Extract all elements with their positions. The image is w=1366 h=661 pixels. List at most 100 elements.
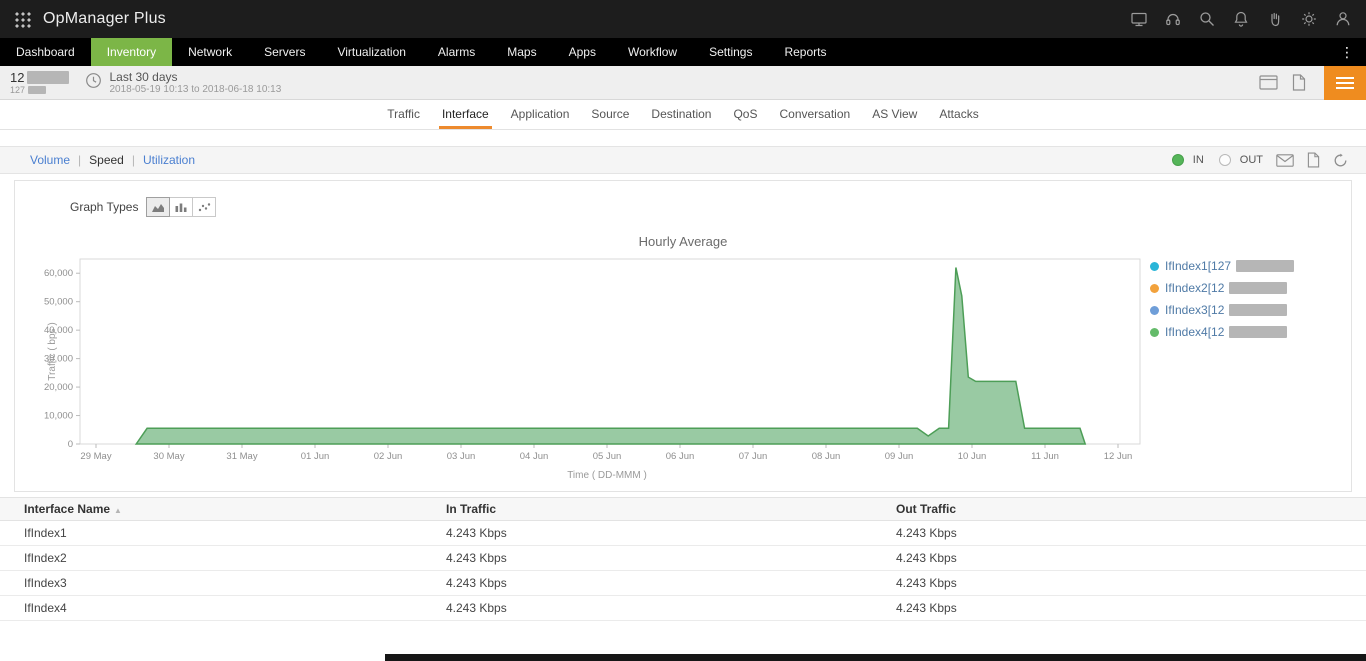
legend-item[interactable]: IfIndex4[12 [1150,325,1294,339]
legend-dot-icon [1150,262,1159,271]
nav-item-maps[interactable]: Maps [491,38,552,66]
tab-source[interactable]: Source [580,100,640,129]
hand-icon[interactable] [1266,10,1284,28]
tab-application[interactable]: Application [500,100,581,129]
pdf-icon[interactable] [1307,152,1320,168]
svg-text:Traffic ( bps ): Traffic ( bps ) [47,322,58,380]
headset-icon[interactable] [1164,10,1182,28]
nav-item-dashboard[interactable]: Dashboard [0,38,91,66]
refresh-icon[interactable] [1333,153,1348,168]
legend-redaction [1229,326,1287,338]
in-radio[interactable] [1172,154,1184,166]
column-out-traffic[interactable]: Out Traffic [896,502,1366,516]
legend-label: IfIndex3[12 [1165,303,1224,317]
card-view-icon[interactable] [1259,75,1278,90]
traffic-area-chart[interactable]: 010,00020,00030,00040,00050,00060,00029 … [15,251,1150,487]
svg-text:09 Jun: 09 Jun [885,451,914,462]
metric-toolbar: Volume | Speed | Utilization IN OUT [0,146,1366,174]
nav-item-settings[interactable]: Settings [693,38,768,66]
legend-item[interactable]: IfIndex1[127 [1150,259,1294,273]
table-row[interactable]: IfIndex44.243 Kbps4.243 Kbps [0,596,1366,621]
tab-as-view[interactable]: AS View [861,100,928,129]
graph-types-label: Graph Types [70,200,138,214]
tab-traffic[interactable]: Traffic [376,100,431,129]
period-selector[interactable]: Last 30 days 2018-05-19 10:13 to 2018-06… [85,70,281,96]
email-icon[interactable] [1276,154,1294,167]
link-separator: | [78,153,81,167]
bar-chart-icon[interactable] [169,197,193,217]
tab-attacks[interactable]: Attacks [928,100,989,129]
area-chart-icon[interactable] [146,197,170,217]
clock-icon [85,72,102,94]
chart-title: Hourly Average [15,234,1351,249]
legend-item[interactable]: IfIndex2[12 [1150,281,1294,295]
tab-interface[interactable]: Interface [431,100,500,129]
cell-interface-name: IfIndex2 [0,551,446,565]
nav-item-alarms[interactable]: Alarms [422,38,491,66]
table-header: Interface Name▲ In Traffic Out Traffic [0,497,1366,521]
cell-out-traffic: 4.243 Kbps [896,576,1366,590]
nav-item-servers[interactable]: Servers [248,38,321,66]
period-label: Last 30 days [109,70,281,84]
apps-grid-icon[interactable] [14,11,31,28]
legend-item[interactable]: IfIndex3[12 [1150,303,1294,317]
cell-out-traffic: 4.243 Kbps [896,551,1366,565]
svg-text:0: 0 [68,439,73,450]
cell-interface-name: IfIndex3 [0,576,446,590]
device-info[interactable]: 12 127 [10,70,69,96]
bell-icon[interactable] [1232,10,1250,28]
in-label: IN [1193,154,1204,166]
device-ip: 127 [10,85,25,96]
subheader: 12 127 Last 30 days 2018-05-19 10:13 to … [0,66,1366,100]
nav-item-inventory[interactable]: Inventory [91,38,172,66]
table-row[interactable]: IfIndex24.243 Kbps4.243 Kbps [0,546,1366,571]
nav-item-apps[interactable]: Apps [553,38,612,66]
table-row[interactable]: IfIndex34.243 Kbps4.243 Kbps [0,571,1366,596]
bottom-edge-bar [385,654,1366,661]
device-name-redaction [27,71,69,84]
nav-item-workflow[interactable]: Workflow [612,38,693,66]
cell-out-traffic: 4.243 Kbps [896,526,1366,540]
topbar: OpManager Plus [0,0,1366,38]
app-title: OpManager Plus [43,10,166,28]
metric-link-speed[interactable]: Speed [89,153,124,167]
search-icon[interactable] [1198,10,1216,28]
svg-text:04 Jun: 04 Jun [520,451,549,462]
nav-item-virtualization[interactable]: Virtualization [321,38,421,66]
remote-desktop-icon[interactable] [1130,10,1148,28]
column-in-traffic[interactable]: In Traffic [446,502,896,516]
scatter-chart-icon[interactable] [192,197,216,217]
svg-text:12 Jun: 12 Jun [1104,451,1133,462]
nav-item-reports[interactable]: Reports [768,38,842,66]
svg-text:05 Jun: 05 Jun [593,451,622,462]
nav-item-network[interactable]: Network [172,38,248,66]
legend-redaction [1229,282,1287,294]
sort-asc-icon[interactable]: ▲ [114,506,122,515]
column-interface-name[interactable]: Interface Name▲ [0,502,446,516]
legend-dot-icon [1150,306,1159,315]
svg-text:50,000: 50,000 [44,297,73,308]
metric-link-volume[interactable]: Volume [30,153,70,167]
out-radio[interactable] [1219,154,1231,166]
table-row[interactable]: IfIndex14.243 Kbps4.243 Kbps [0,521,1366,546]
legend-redaction [1229,304,1287,316]
out-label: OUT [1240,154,1263,166]
tab-conversation[interactable]: Conversation [768,100,861,129]
metric-link-utilization[interactable]: Utilization [143,153,195,167]
user-icon[interactable] [1334,10,1352,28]
svg-text:29 May: 29 May [80,451,111,462]
cell-out-traffic: 4.243 Kbps [896,601,1366,615]
svg-text:Time ( DD-MMM ): Time ( DD-MMM ) [567,470,647,481]
svg-text:31 May: 31 May [226,451,257,462]
pdf-export-icon[interactable] [1292,74,1306,91]
cell-interface-name: IfIndex4 [0,601,446,615]
nav-overflow-icon[interactable]: ⋮ [1328,38,1366,66]
hamburger-menu-button[interactable] [1324,66,1366,100]
svg-text:20,000: 20,000 [44,382,73,393]
tab-qos[interactable]: QoS [722,100,768,129]
gear-icon[interactable] [1300,10,1318,28]
interface-table-body: IfIndex14.243 Kbps4.243 Kbps IfIndex2 4.24… [0,521,1366,621]
link-separator: | [132,153,135,167]
tab-destination[interactable]: Destination [640,100,722,129]
svg-text:07 Jun: 07 Jun [739,451,768,462]
